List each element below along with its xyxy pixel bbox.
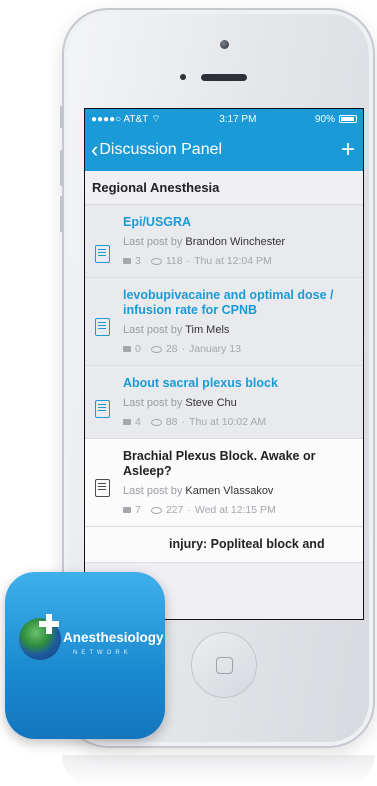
- reply-count: 0: [135, 343, 141, 355]
- meta-separator: ·: [186, 255, 191, 267]
- thread-item[interactable]: levobupivacaine and optimal dose / infus…: [85, 278, 363, 366]
- document-icon: [95, 318, 110, 336]
- medical-cross-icon: [39, 614, 59, 634]
- views-icon: [150, 345, 162, 353]
- replies-icon: [123, 419, 131, 425]
- meta-separator: ·: [181, 416, 186, 428]
- volume-up-button: [60, 150, 63, 186]
- last-post-prefix: Last post by: [123, 324, 183, 336]
- phone-screen: ●●●●○ AT&T ⌔ 3:17 PM 90% ‹ Discussion Pa…: [84, 108, 364, 620]
- last-post-author: Steve Chu: [185, 397, 237, 409]
- thread-title: injury: Popliteal block and: [169, 537, 325, 551]
- phone-reflection: [62, 755, 375, 785]
- section-header: Regional Anesthesia: [85, 171, 363, 205]
- last-post-author: Tim Mels: [185, 324, 230, 336]
- meta-separator: ·: [187, 504, 191, 516]
- reply-count: 3: [135, 255, 141, 267]
- thread-date: January 13: [189, 343, 241, 355]
- views-icon: [150, 418, 162, 426]
- back-button[interactable]: ‹ Discussion Panel: [91, 139, 222, 161]
- view-count: 227: [165, 504, 184, 516]
- carrier-label: ●●●●○ AT&T: [91, 113, 149, 125]
- thread-item[interactable]: About sacral plexus block Last post by S…: [85, 366, 363, 439]
- back-button-label: Discussion Panel: [99, 141, 223, 158]
- replies-icon: [123, 346, 131, 352]
- thread-meta: 4 88 · Thu at 10:02 AM: [123, 416, 355, 428]
- earpiece-speaker: [201, 74, 247, 81]
- battery-indicator: 90%: [315, 114, 357, 125]
- replies-icon: [123, 258, 131, 264]
- thread-title: Brachial Plexus Block. Awake or Asleep?: [123, 449, 316, 478]
- document-icon: [95, 400, 110, 418]
- last-post-prefix: Last post by: [123, 397, 183, 409]
- thread-item[interactable]: Epi/USGRA Last post by Brandon Wincheste…: [85, 205, 363, 278]
- view-count: 118: [165, 255, 183, 267]
- chevron-left-icon: ‹: [91, 137, 99, 162]
- document-icon: [95, 245, 110, 263]
- views-icon: [150, 257, 162, 265]
- volume-down-button: [60, 196, 63, 232]
- thread-date: Thu at 12:04 PM: [194, 255, 272, 267]
- mute-switch: [60, 106, 63, 128]
- meta-separator: ·: [181, 343, 186, 355]
- view-count: 88: [165, 416, 178, 428]
- last-post-author: Kamen Vlassakov: [185, 485, 274, 497]
- view-count: 28: [165, 343, 178, 355]
- replies-icon: [123, 507, 131, 513]
- views-icon: [150, 506, 162, 514]
- home-square-icon: [215, 656, 233, 674]
- home-button[interactable]: [191, 632, 257, 698]
- last-post-prefix: Last post by: [123, 236, 183, 248]
- app-subtitle: NETWORK: [73, 650, 132, 656]
- status-bar: ●●●●○ AT&T ⌔ 3:17 PM 90%: [85, 109, 363, 129]
- thread-title: Epi/USGRA: [123, 215, 192, 229]
- carrier-signal: ●●●●○ AT&T ⌔: [91, 113, 161, 126]
- thread-meta: 0 28 · January 13: [123, 343, 355, 355]
- add-thread-button[interactable]: +: [341, 138, 355, 162]
- navigation-bar: ‹ Discussion Panel +: [85, 129, 363, 171]
- status-time: 3:17 PM: [219, 113, 257, 125]
- thread-date: Wed at 12:15 PM: [194, 504, 276, 516]
- thread-last-post: Last post by Kamen Vlassakov: [123, 485, 355, 497]
- thread-item[interactable]: injury: Popliteal block and: [85, 527, 363, 563]
- app-name: Anesthesiology: [63, 630, 164, 645]
- thread-last-post: Last post by Brandon Winchester: [123, 236, 355, 248]
- last-post-author: Brandon Winchester: [185, 236, 286, 248]
- wifi-icon: ⌔: [151, 113, 161, 125]
- thread-last-post: Last post by Tim Mels: [123, 324, 355, 336]
- thread-date: Thu at 10:02 AM: [189, 416, 267, 428]
- battery-percent: 90%: [314, 113, 335, 125]
- thread-last-post: Last post by Steve Chu: [123, 397, 355, 409]
- reply-count: 4: [135, 416, 141, 428]
- battery-icon: [338, 115, 357, 123]
- thread-meta: 3 118 · Thu at 12:04 PM: [123, 255, 355, 267]
- document-icon: [95, 479, 110, 497]
- thread-title: About sacral plexus block: [123, 376, 278, 390]
- front-camera: [220, 40, 229, 49]
- thread-meta: 7 227 · Wed at 12:15 PM: [123, 504, 355, 516]
- reply-count: 7: [135, 504, 141, 516]
- last-post-prefix: Last post by: [123, 485, 183, 497]
- globe-icon: [19, 614, 61, 660]
- app-icon: Anesthesiology NETWORK: [5, 572, 165, 739]
- thread-item[interactable]: Brachial Plexus Block. Awake or Asleep? …: [85, 439, 363, 527]
- proximity-sensor: [180, 74, 186, 80]
- thread-title: levobupivacaine and optimal dose / infus…: [123, 288, 334, 317]
